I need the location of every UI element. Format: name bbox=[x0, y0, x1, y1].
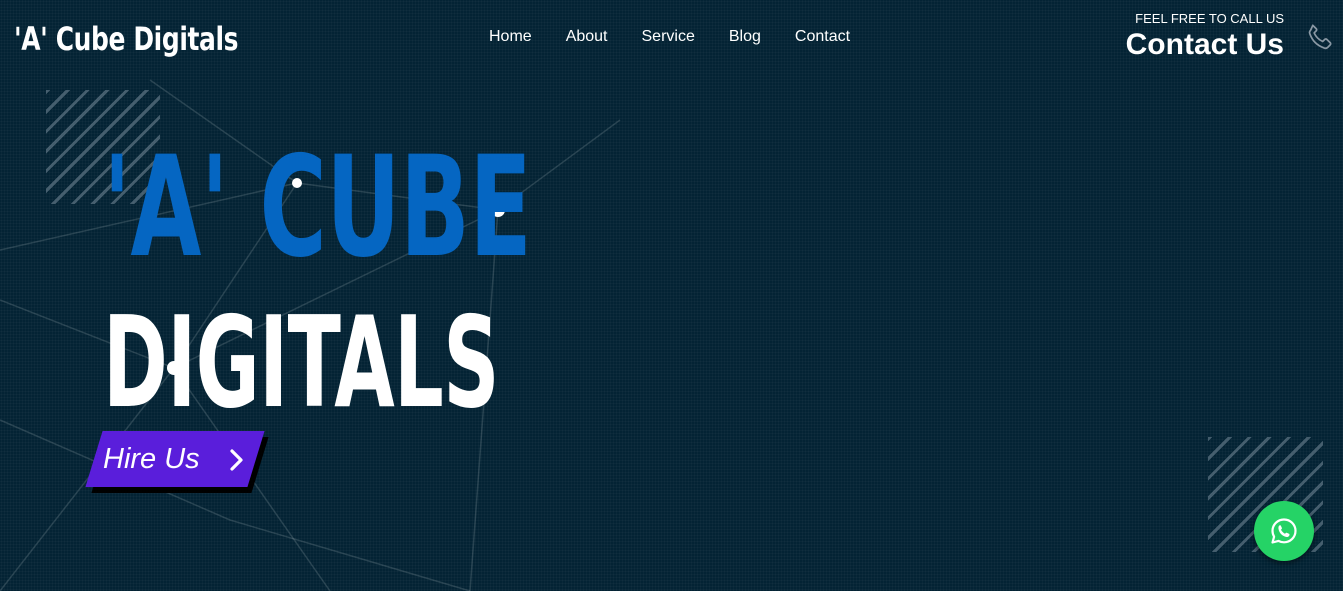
whatsapp-button[interactable] bbox=[1254, 501, 1314, 561]
contact-us-link[interactable]: Contact Us bbox=[1126, 27, 1284, 63]
chevron-right-icon bbox=[230, 449, 243, 471]
whatsapp-icon bbox=[1271, 518, 1297, 544]
hire-us-button[interactable]: Hire Us bbox=[85, 431, 269, 493]
site-logo[interactable]: 'A' Cube Digitals bbox=[14, 17, 239, 61]
nav-item-about[interactable]: About bbox=[549, 27, 625, 47]
nav-item-service[interactable]: Service bbox=[625, 27, 712, 47]
hero-title-line1: 'A' CUBE bbox=[103, 126, 532, 288]
nav-item-blog[interactable]: Blog bbox=[712, 27, 778, 47]
hire-us-label: Hire Us bbox=[103, 443, 200, 475]
call-label: FEEL FREE TO CALL US bbox=[1135, 11, 1284, 26]
site-header: 'A' Cube Digitals Home About Service Blo… bbox=[0, 0, 1343, 80]
hero-title-line2: DIGITALS bbox=[103, 289, 499, 436]
nav-item-contact[interactable]: Contact bbox=[778, 27, 867, 47]
phone-icon[interactable] bbox=[1304, 22, 1336, 54]
nav-item-home[interactable]: Home bbox=[480, 27, 549, 47]
main-nav: Home About Service Blog Contact bbox=[480, 27, 867, 47]
